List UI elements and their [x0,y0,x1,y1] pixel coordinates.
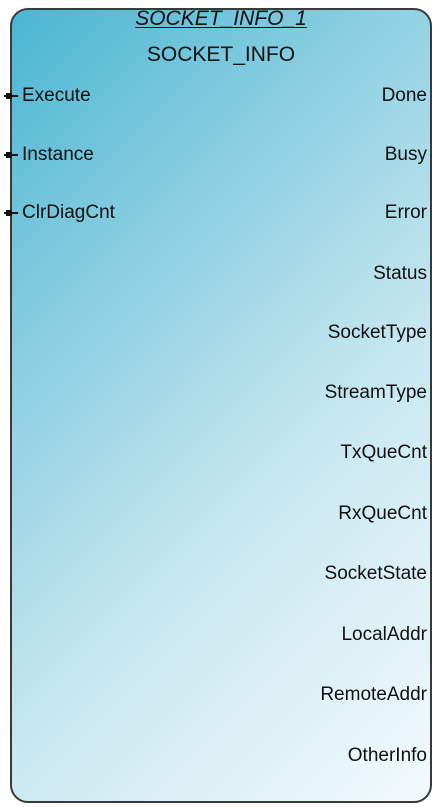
output-pin-error[interactable]: Error [385,201,427,225]
block-type-name: SOCKET_INFO [146,43,296,66]
output-pin-remoteaddr[interactable]: RemoteAddr [320,683,427,707]
output-pin-busy[interactable]: Busy [385,143,427,167]
output-pin-done[interactable]: Done [382,84,427,108]
output-pin-status[interactable]: Status [373,262,427,286]
output-pin-sockettype[interactable]: SocketType [328,321,427,345]
output-pin-otherinfo[interactable]: OtherInfo [348,744,427,768]
output-pin-txquecnt[interactable]: TxQueCnt [340,441,427,465]
output-pin-localaddr[interactable]: LocalAddr [341,623,427,647]
output-pin-socketstate[interactable]: SocketState [325,562,427,586]
input-pin-label: Execute [22,85,91,106]
pin-dot-icon [6,152,12,158]
instance-name: SOCKET_INFO_1 [135,7,307,30]
input-pin-label: Instance [22,144,94,165]
output-pin-rxquecnt[interactable]: RxQueCnt [338,502,427,526]
pin-dot-icon [6,93,12,99]
output-pin-streamtype[interactable]: StreamType [325,381,427,405]
pin-dot-icon [6,210,12,216]
input-pin-label: ClrDiagCnt [22,202,115,223]
